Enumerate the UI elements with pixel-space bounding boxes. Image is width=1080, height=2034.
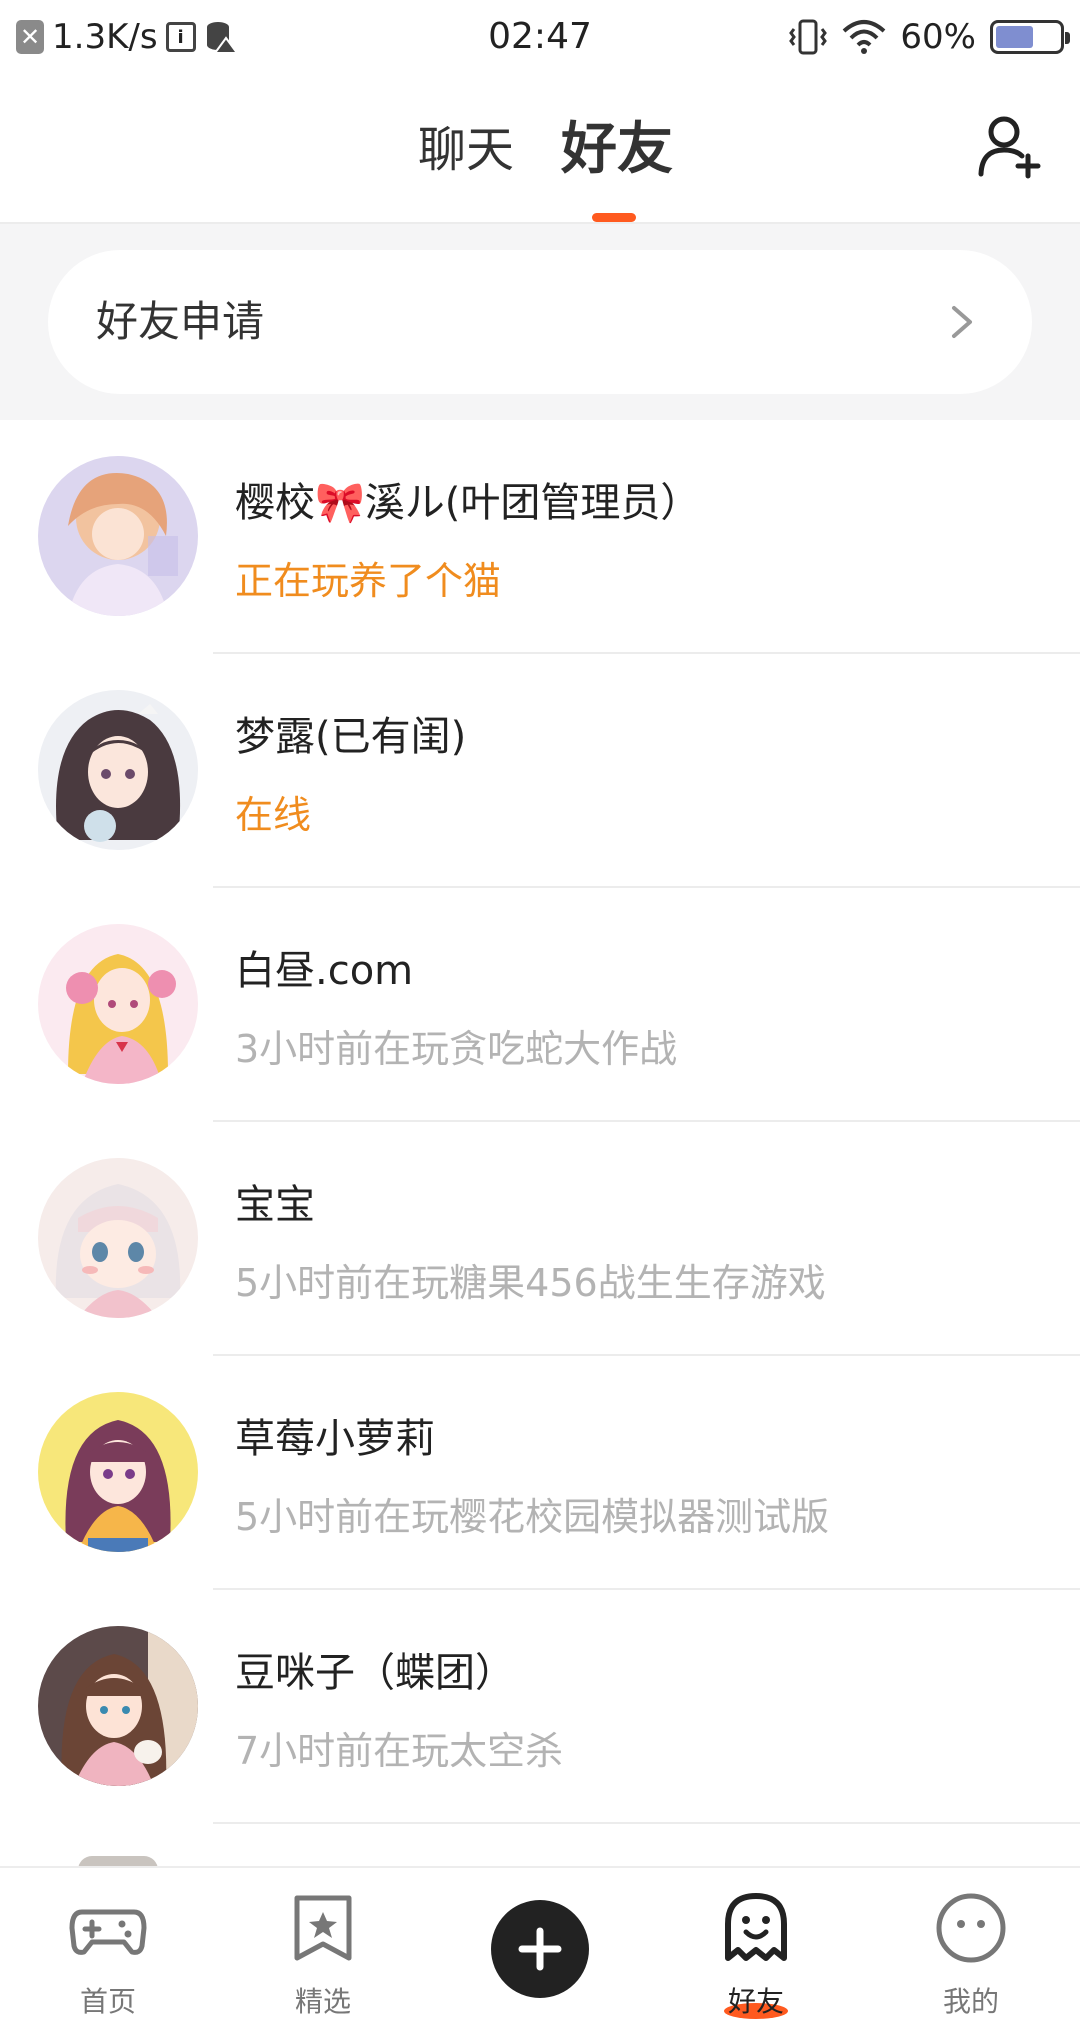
nav-mine-label: 我的 — [942, 1985, 999, 2018]
avatar — [38, 1626, 198, 1786]
friend-name: 豆咪子（蝶团） — [235, 1650, 515, 1696]
friend-item[interactable]: 豆咪子（蝶团） 7小时前在玩太空杀 — [0, 1590, 1080, 1824]
create-button[interactable] — [491, 1900, 589, 1998]
friend-name: 樱校🎀溪ル(叶团管理员） — [235, 480, 701, 526]
bottom-nav: 首页 精选 好友 我的 — [0, 1866, 1080, 2034]
active-tab-indicator — [592, 213, 636, 222]
divider — [213, 1822, 1080, 1824]
avatar — [38, 924, 198, 1084]
chevron-right-icon — [952, 306, 972, 338]
ghost-icon — [725, 1893, 787, 1961]
nav-featured-label: 精选 — [294, 1985, 351, 2018]
friend-item[interactable]: 草莓小萝莉 5小时前在玩樱花校园模拟器测试版 — [0, 1356, 1080, 1590]
avatar — [38, 1158, 198, 1318]
nav-friends[interactable]: 好友 — [676, 1868, 836, 2034]
nav-mine[interactable]: 我的 — [891, 1868, 1051, 2034]
friend-request-button[interactable]: 好友申请 — [48, 250, 1032, 394]
nav-home[interactable]: 首页 — [28, 1868, 188, 2034]
header: 聊天 好友 — [0, 74, 1080, 224]
avatar — [38, 1392, 198, 1552]
battery-icon — [990, 20, 1070, 54]
friend-name: 宝宝 — [235, 1182, 315, 1228]
battery-percent: 60% — [900, 17, 976, 57]
plus-icon — [518, 1927, 562, 1971]
friend-status: 正在玩养了个猫 — [235, 559, 502, 603]
friend-item[interactable]: 白昼.com 3小时前在玩贪吃蛇大作战 — [0, 888, 1080, 1122]
nav-featured[interactable]: 精选 — [243, 1868, 403, 2034]
gamepad-icon — [69, 1909, 147, 1955]
status-right: 60% — [788, 0, 1070, 74]
friend-status: 5小时前在玩樱花校园模拟器测试版 — [235, 1495, 830, 1539]
nav-friends-label: 好友 — [727, 1985, 784, 2018]
friend-list: 樱校🎀溪ル(叶团管理员） 正在玩养了个猫 梦露(已有闺) 在线 白昼.com 3… — [0, 420, 1080, 1824]
friend-item[interactable]: 梦露(已有闺) 在线 — [0, 654, 1080, 888]
nav-home-label: 首页 — [79, 1985, 136, 2018]
battery-level — [996, 26, 1034, 48]
friend-item[interactable]: 樱校🎀溪ル(叶团管理员） 正在玩养了个猫 — [0, 420, 1080, 654]
status-bar: ✕ 1.3K/s i 02:47 60% — [0, 0, 1080, 74]
tab-friends[interactable]: 好友 — [561, 114, 673, 186]
add-friend-icon[interactable] — [976, 114, 1042, 180]
friend-name: 白昼.com — [235, 948, 414, 994]
friend-request-label: 好友申请 — [96, 297, 265, 346]
avatar — [38, 456, 198, 616]
smiley-icon — [936, 1893, 1006, 1963]
wifi-icon — [843, 20, 886, 54]
star-bookmark-icon — [294, 1895, 352, 1961]
friend-status: 5小时前在玩糖果456战生生存游戏 — [235, 1261, 826, 1305]
friend-item[interactable]: 宝宝 5小时前在玩糖果456战生生存游戏 — [0, 1122, 1080, 1356]
friend-status: 在线 — [235, 793, 312, 837]
friend-request-section: 好友申请 — [0, 224, 1080, 420]
friend-name: 梦露(已有闺) — [235, 714, 467, 760]
avatar — [38, 690, 198, 850]
friend-name: 草莓小萝莉 — [235, 1416, 435, 1462]
vibrate-icon — [789, 19, 828, 55]
friend-status: 3小时前在玩贪吃蛇大作战 — [235, 1027, 678, 1071]
tab-chat[interactable]: 聊天 — [418, 114, 514, 186]
friend-status: 7小时前在玩太空杀 — [235, 1729, 564, 1773]
